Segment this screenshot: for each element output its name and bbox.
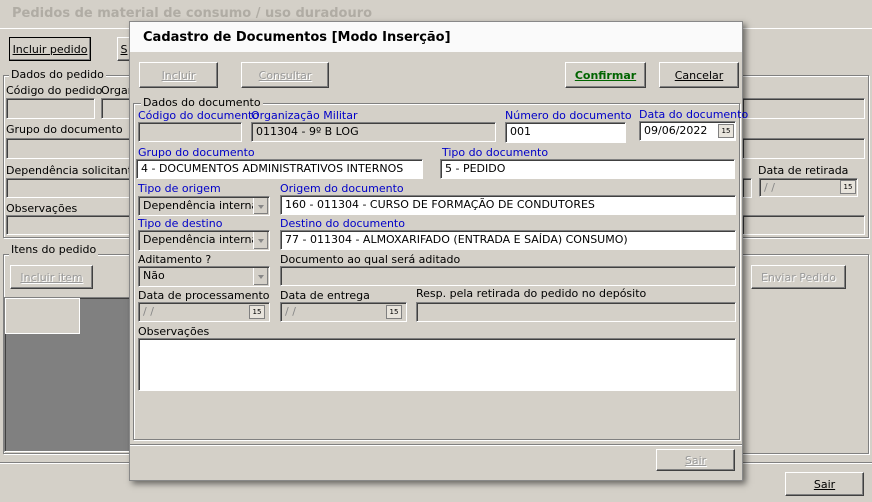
numero-documento-field[interactable]: 001 [505,122,626,143]
tipo-documento-label: Tipo do documento [442,146,549,159]
incluir-button[interactable]: Incluir [139,62,218,88]
window-title: Pedidos de material de consumo / uso dur… [12,6,373,21]
calendar-icon[interactable]: 15 [386,305,402,319]
destino-documento-label: Destino do documento [280,217,405,230]
grid-header [5,298,80,334]
chevron-down-icon[interactable] [253,232,268,249]
dependencia-field[interactable] [6,178,130,198]
organizacao-militar-label: Organização Militar [251,109,358,122]
documento-aditado-label: Documento ao qual será aditado [280,253,461,266]
codigo-documento-field[interactable] [138,122,242,142]
calendar-icon[interactable]: 15 [249,305,265,319]
dependencia-label: Dependência solicitante [6,164,139,177]
right-field-3[interactable] [742,178,752,198]
chevron-down-icon[interactable] [253,198,268,214]
resp-retirada-label: Resp. pela retirada do pedido no depósit… [416,287,647,300]
confirmar-button[interactable]: Confirmar [565,62,646,88]
itens-grid[interactable] [4,297,130,452]
right-field-2[interactable] [742,138,865,159]
tipo-destino-select[interactable]: Dependência interna [138,230,270,251]
consultar-button[interactable]: Consultar [241,62,329,88]
data-processamento-label: Data de processamento [138,289,270,302]
tipo-origem-label: Tipo de origem [138,182,221,195]
divider [130,444,742,445]
cancelar-button[interactable]: Cancelar [659,62,739,88]
organ-field[interactable] [101,98,131,119]
origem-documento-field[interactable]: 160 - 011304 - CURSO DE FORMAÇÃO DE COND… [280,195,736,215]
enviar-pedido-button[interactable]: Enviar Pedido [751,265,846,289]
codigo-pedido-label: Código do pedido [6,84,103,97]
tipo-documento-field[interactable]: 5 - PEDIDO [440,159,735,179]
origem-documento-label: Origem do documento [280,182,404,195]
sair-dialog-button[interactable]: Sair [656,449,735,471]
grupo-field[interactable] [6,138,130,159]
dados-pedido-title: Dados do pedido [9,68,106,81]
calendar-icon[interactable]: 15 [718,124,734,138]
codigo-pedido-field[interactable] [6,98,95,119]
dados-documento-title: Dados do documento [141,96,263,109]
tipo-origem-select[interactable]: Dependência interna [138,196,270,216]
documento-aditado-field[interactable] [280,266,736,286]
organizacao-militar-field[interactable]: 011304 - 9º B LOG [251,122,496,142]
cadastro-documentos-dialog: Cadastro de Documentos [Modo Inserção] I… [129,21,748,481]
data-entrega-label: Data de entrega [280,289,370,302]
grupo-documento-field[interactable]: 4 - DOCUMENTOS ADMINISTRATIVOS INTERNOS [136,159,423,179]
calendar-icon[interactable]: 15 [840,180,856,194]
aditamento-label: Aditamento ? [138,253,212,266]
observacoes-field[interactable] [6,215,130,235]
aditamento-select[interactable]: Não [138,266,270,287]
resp-retirada-field[interactable] [416,302,736,322]
right-field-1[interactable] [742,98,865,119]
observacoes-label: Observações [138,325,210,338]
sair-main-button[interactable]: Sair [785,472,864,496]
numero-documento-label: Número do documento [505,109,632,122]
itens-pedido-title: Itens do pedido [9,243,99,256]
dialog-title: Cadastro de Documentos [Modo Inserção] [130,22,742,52]
incluir-pedido-button[interactable]: Incluir pedido [9,37,91,61]
chevron-down-icon[interactable] [253,268,268,285]
organ-label: Orgar [101,84,133,97]
data-retirada-label: Data de retirada [758,164,849,177]
grupo-label: Grupo do documento [6,123,123,136]
observacoes-textarea[interactable] [138,338,736,391]
observacoes-label: Observações [6,202,78,215]
incluir-item-button[interactable]: Incluir item [10,265,93,289]
right-field-4[interactable] [742,215,865,235]
tipo-destino-label: Tipo de destino [138,217,223,230]
grupo-documento-label: Grupo do documento [138,146,255,159]
codigo-documento-label: Código do documento [138,109,260,122]
data-documento-label: Data do documento [639,108,749,121]
destino-documento-field[interactable]: 77 - 011304 - ALMOXARIFADO (ENTRADA E SA… [280,230,736,250]
